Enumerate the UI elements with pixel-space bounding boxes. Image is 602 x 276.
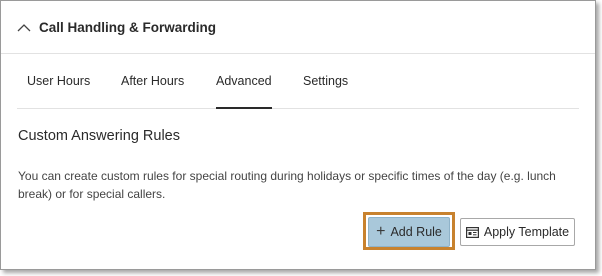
apply-template-button[interactable]: Apply Template: [460, 218, 575, 246]
chevron-up-icon[interactable]: [17, 23, 31, 32]
panel-header: Call Handling & Forwarding: [1, 1, 595, 54]
add-rule-label: Add Rule: [390, 225, 442, 239]
tab-user-hours[interactable]: User Hours: [27, 74, 90, 88]
section-title: Custom Answering Rules: [18, 128, 180, 144]
panel-title: Call Handling & Forwarding: [39, 19, 217, 35]
section-description: You can create custom rules for special …: [18, 169, 556, 201]
tab-advanced[interactable]: Advanced: [216, 74, 272, 109]
tab-settings[interactable]: Settings: [303, 74, 348, 88]
plus-icon: +: [376, 223, 386, 240]
tab-bar: User Hours After Hours Advanced Settings: [17, 54, 579, 109]
tab-after-hours[interactable]: After Hours: [121, 74, 184, 88]
template-icon: [465, 226, 479, 238]
add-rule-button[interactable]: + Add Rule: [368, 217, 450, 247]
apply-template-label: Apply Template: [483, 225, 570, 239]
call-handling-panel: Call Handling & Forwarding User Hours Af…: [0, 0, 596, 270]
